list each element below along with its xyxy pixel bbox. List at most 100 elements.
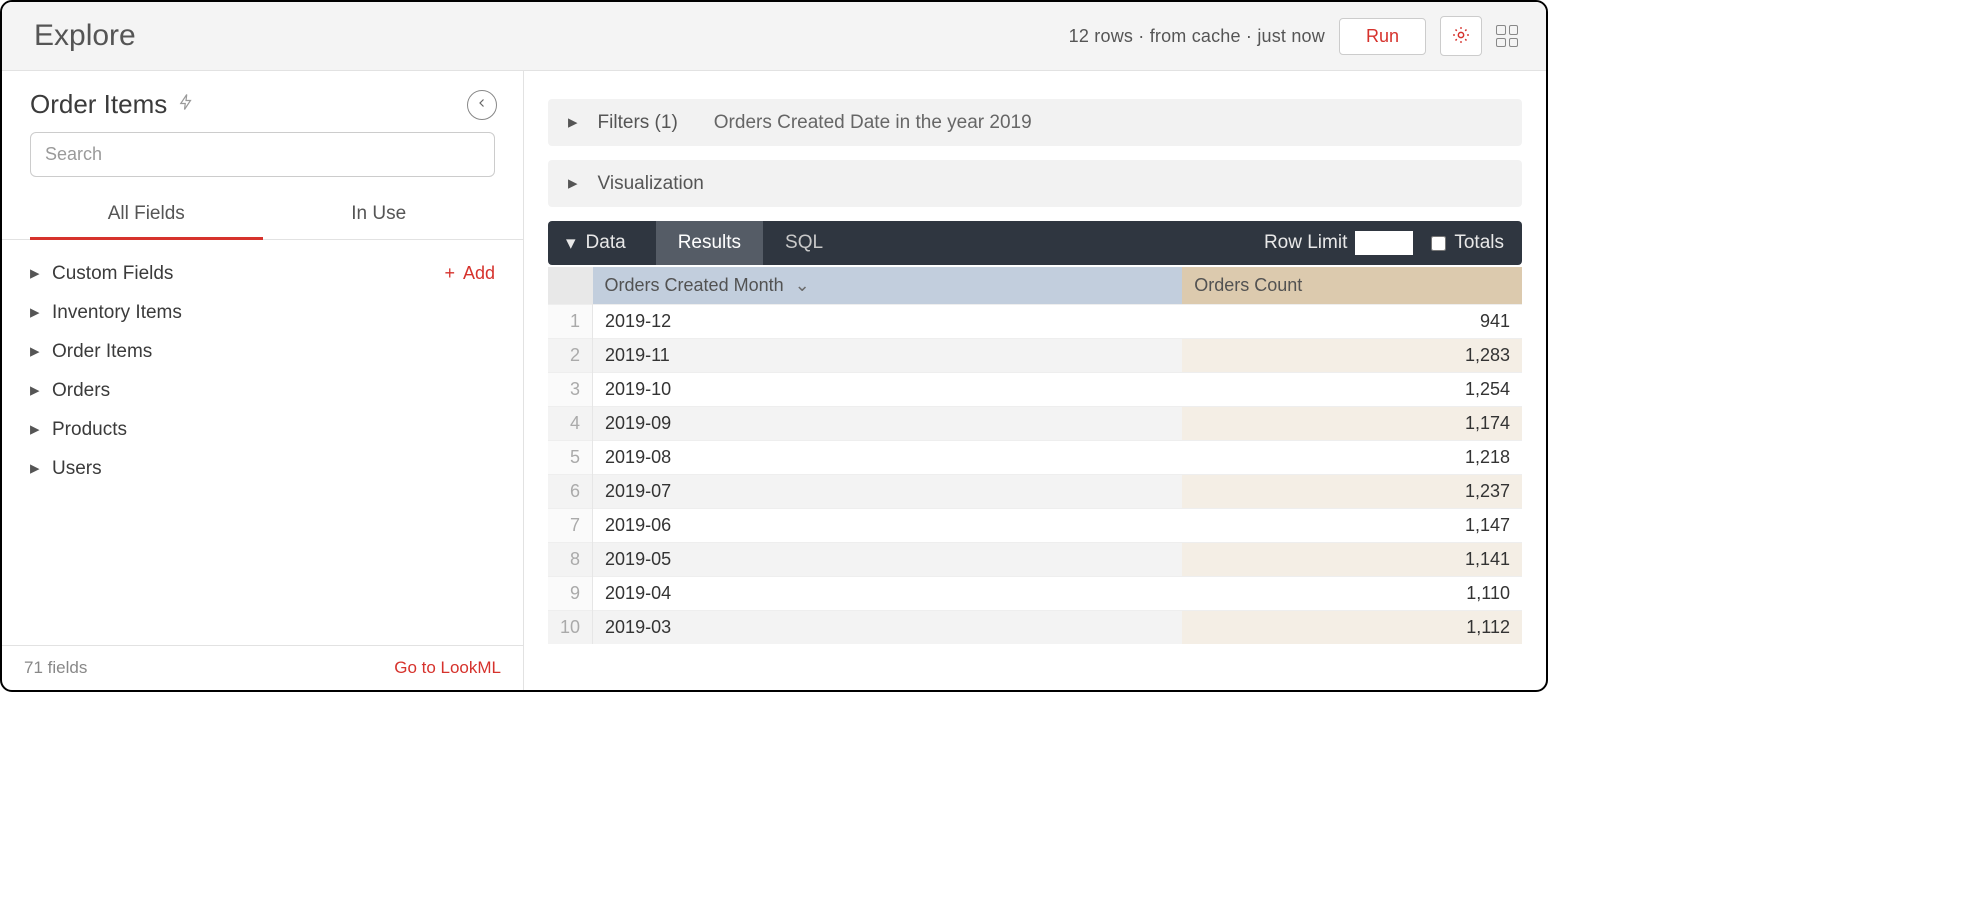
filters-summary: Orders Created Date in the year 2019 [714,112,1032,134]
row-number: 10 [548,611,593,645]
search-wrap [2,132,523,193]
dimension-cell[interactable]: 2019-11 [593,339,1183,373]
tab-all-fields[interactable]: All Fields [30,193,263,240]
main-panel: ▸ Filters (1) Orders Created Date in the… [524,71,1546,690]
dimension-cell[interactable]: 2019-05 [593,543,1183,577]
caret-right-icon: ▸ [30,340,52,363]
table-row: 72019-061,147 [548,509,1522,543]
measure-header[interactable]: Orders Count [1182,267,1522,305]
row-number: 8 [548,543,593,577]
page-title: Explore [34,19,136,53]
field-group[interactable]: ▸Order Items [30,332,495,371]
field-group[interactable]: ▸Custom Fields + Add [30,254,495,293]
sort-desc-icon: ⌄ [795,275,810,295]
field-group-label: Inventory Items [52,302,182,324]
table-row: 82019-051,141 [548,543,1522,577]
row-number: 1 [548,305,593,339]
caret-right-icon: ▸ [30,301,52,324]
dimension-cell[interactable]: 2019-07 [593,475,1183,509]
row-number: 6 [548,475,593,509]
table-row: 102019-031,112 [548,611,1522,645]
caret-down-icon[interactable]: ▾ [566,232,576,255]
dashboard-grid-icon[interactable] [1496,25,1518,47]
sidebar-footer: 71 fields Go to LookML [2,645,523,690]
tab-results[interactable]: Results [656,221,763,265]
dimension-cell[interactable]: 2019-10 [593,373,1183,407]
measure-cell[interactable]: 1,254 [1182,373,1522,407]
dimension-cell[interactable]: 2019-06 [593,509,1183,543]
row-limit-input[interactable] [1355,231,1413,255]
totals-checkbox[interactable] [1431,236,1446,251]
measure-cell[interactable]: 1,174 [1182,407,1522,441]
field-count: 71 fields [24,658,87,678]
field-tabs: All Fields In Use [2,193,523,240]
data-table-wrap: Orders Created Month ⌄ Orders Count 1201… [548,267,1522,690]
data-bar-title: Data [586,232,626,254]
body: Order Items All Fie [2,71,1546,690]
chevron-left-icon [476,96,488,114]
table-row: 42019-091,174 [548,407,1522,441]
dimension-header-label: Orders Created Month [605,275,784,295]
field-group[interactable]: ▸Products [30,410,495,449]
dimension-cell[interactable]: 2019-09 [593,407,1183,441]
dimension-cell[interactable]: 2019-08 [593,441,1183,475]
filters-label: Filters (1) [598,112,678,134]
measure-cell[interactable]: 941 [1182,305,1522,339]
data-table: Orders Created Month ⌄ Orders Count 1201… [548,267,1522,644]
field-group-label: Orders [52,380,110,402]
settings-button[interactable] [1440,16,1482,56]
row-number: 3 [548,373,593,407]
measure-cell[interactable]: 1,218 [1182,441,1522,475]
go-to-lookml-link[interactable]: Go to LookML [394,658,501,678]
dimension-header[interactable]: Orders Created Month ⌄ [593,267,1183,305]
measure-cell[interactable]: 1,112 [1182,611,1522,645]
run-button[interactable]: Run [1339,18,1426,55]
filters-panel[interactable]: ▸ Filters (1) Orders Created Date in the… [548,99,1522,146]
measure-cell[interactable]: 1,283 [1182,339,1522,373]
dimension-cell[interactable]: 2019-04 [593,577,1183,611]
measure-cell[interactable]: 1,237 [1182,475,1522,509]
table-row: 62019-071,237 [548,475,1522,509]
explore-name: Order Items [30,89,167,120]
caret-right-icon: ▸ [568,172,578,195]
row-limit-label: Row Limit [1264,232,1347,254]
caret-right-icon: ▸ [30,457,52,480]
table-row: 52019-081,218 [548,441,1522,475]
field-group-list: ▸Custom Fields+Add▸Inventory Items▸Order… [2,240,523,645]
tab-in-use[interactable]: In Use [263,193,496,239]
query-status: 12 rows · from cache · just now [1069,26,1325,47]
add-label: Add [463,263,495,284]
field-group-label: Order Items [52,341,152,363]
measure-cell[interactable]: 1,110 [1182,577,1522,611]
visualization-label: Visualization [598,173,704,195]
table-row: 92019-041,110 [548,577,1522,611]
tab-sql[interactable]: SQL [763,221,845,265]
totals-label: Totals [1454,232,1504,254]
header-bar: Explore 12 rows · from cache · just now … [2,2,1546,71]
plus-icon: + [444,263,455,284]
row-number: 2 [548,339,593,373]
app-window: Explore 12 rows · from cache · just now … [0,0,1548,692]
measure-cell[interactable]: 1,147 [1182,509,1522,543]
dimension-cell[interactable]: 2019-12 [593,305,1183,339]
field-group[interactable]: ▸Orders [30,371,495,410]
rownum-header [548,267,593,305]
field-group[interactable]: ▸Inventory Items [30,293,495,332]
row-number: 5 [548,441,593,475]
measure-header-label: Orders Count [1194,275,1302,295]
caret-right-icon: ▸ [30,418,52,441]
sidebar-header: Order Items [2,71,523,132]
collapse-sidebar-button[interactable] [467,90,497,120]
visualization-panel[interactable]: ▸ Visualization [548,160,1522,207]
lightning-icon [177,89,195,120]
dimension-cell[interactable]: 2019-03 [593,611,1183,645]
measure-cell[interactable]: 1,141 [1182,543,1522,577]
field-group-label: Custom Fields [52,263,173,285]
search-input[interactable] [30,132,495,177]
gear-icon [1451,25,1471,48]
caret-right-icon: ▸ [30,262,52,285]
field-group[interactable]: ▸Users [30,449,495,488]
table-row: 32019-101,254 [548,373,1522,407]
row-number: 7 [548,509,593,543]
add-custom-field-link[interactable]: + Add [444,263,495,284]
